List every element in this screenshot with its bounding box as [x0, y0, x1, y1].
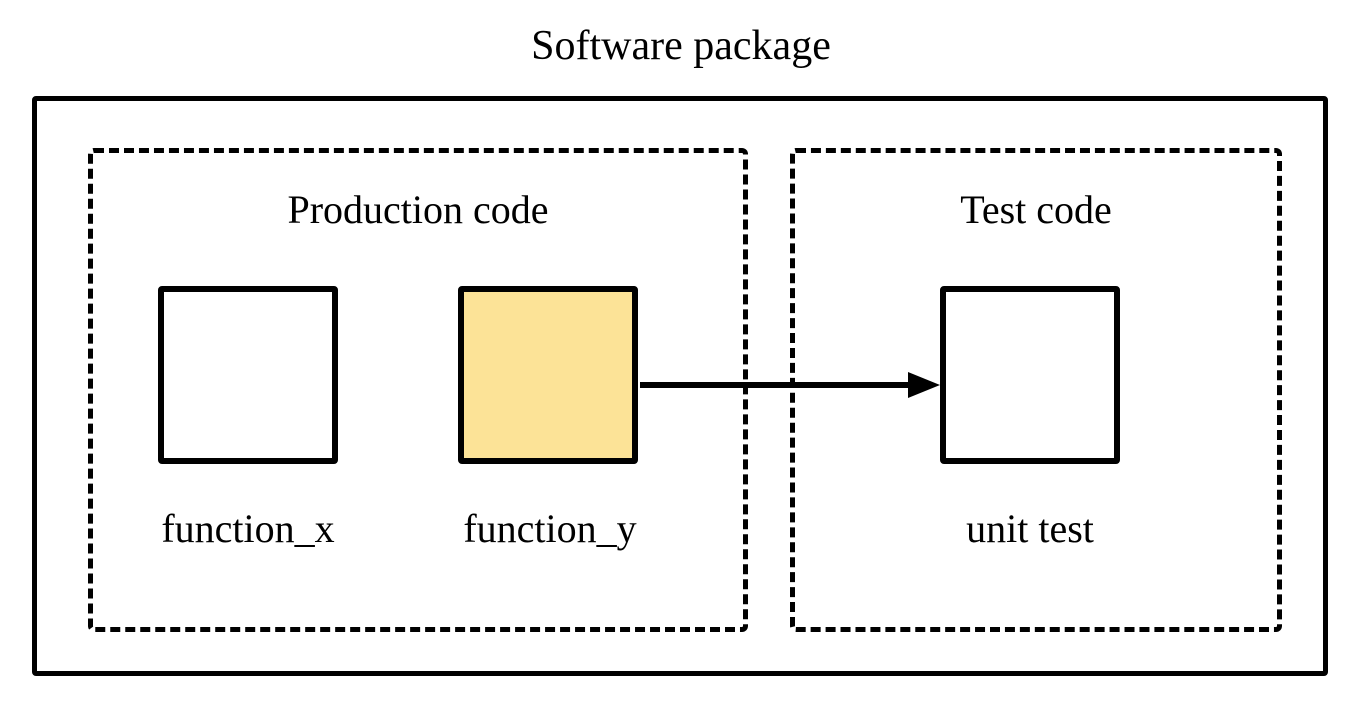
function-x-box [158, 286, 338, 464]
function-y-box [458, 286, 638, 464]
test-code-title: Test code [790, 186, 1282, 233]
function-x-label: function_x [108, 505, 388, 552]
diagram-title: Software package [531, 22, 831, 70]
production-code-title: Production code [88, 186, 748, 233]
unit-test-label: unit test [880, 505, 1180, 552]
unit-test-box [940, 286, 1120, 464]
function-y-label: function_y [410, 505, 690, 552]
